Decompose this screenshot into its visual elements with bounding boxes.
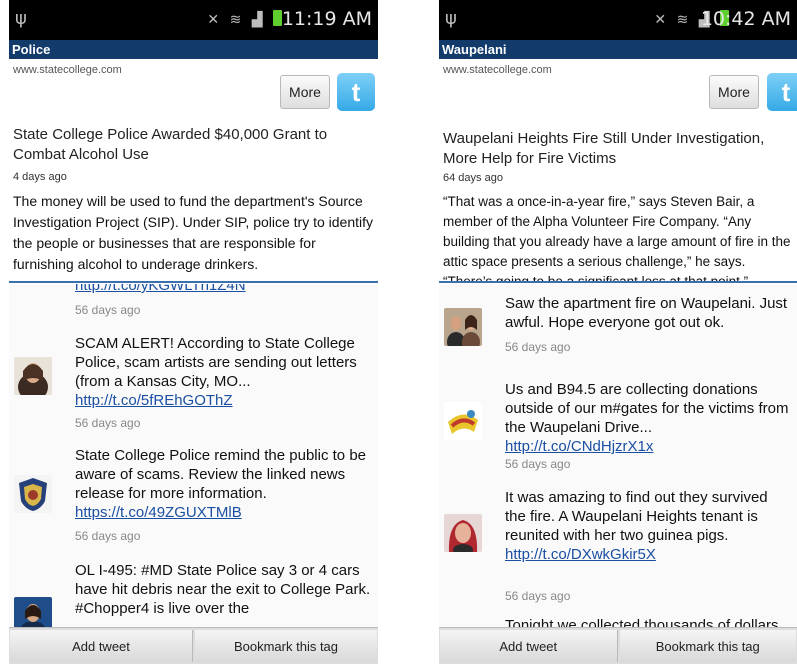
tweet-age: 56 days ago bbox=[75, 416, 141, 430]
article-panel[interactable]: www.statecollege.com More t Waupelani He… bbox=[439, 59, 797, 283]
tweet-age: 56 days ago bbox=[505, 340, 571, 354]
tweet-text: OL I-495: #MD State Police say 3 or 4 ca… bbox=[75, 562, 371, 617]
tweet-item[interactable]: Tonight we collected thousands of dollar… bbox=[439, 608, 797, 628]
twitter-icon[interactable]: t bbox=[767, 73, 797, 111]
more-button[interactable]: More bbox=[280, 75, 330, 109]
more-button[interactable]: More bbox=[709, 75, 759, 109]
twitter-icon[interactable]: t bbox=[337, 73, 375, 111]
phone-screen-waupelani: ψ ✕ ≋ ▟ 10:42 AM Waupelani www.statecoll… bbox=[439, 0, 797, 664]
tweet-feed[interactable]: Saw the apartment fire on Waupelani. Jus… bbox=[439, 284, 797, 628]
person-avatar-icon bbox=[14, 357, 52, 395]
tweet-text: Us and B94.5 are collecting donations ou… bbox=[505, 381, 789, 436]
tweet-item[interactable]: OL I-495: #MD State Police say 3 or 4 ca… bbox=[9, 553, 378, 628]
tweet-item[interactable]: It was amazing to find out they survived… bbox=[439, 480, 797, 609]
bottom-action-bar: Add tweet Bookmark this tag bbox=[439, 627, 797, 664]
status-bar: ψ ✕ ≋ ▟ 10:42 AM bbox=[439, 0, 797, 40]
add-tweet-button[interactable]: Add tweet bbox=[440, 630, 618, 662]
tweet-item[interactable]: Us and B94.5 are collecting donations ou… bbox=[439, 372, 797, 481]
tweet-age: 56 days ago bbox=[75, 529, 141, 543]
tweet-link[interactable]: http://t.co/DXwkGkir5X bbox=[505, 546, 656, 563]
signal-icons: ✕ ≋ ▟ bbox=[207, 10, 282, 28]
article-headline[interactable]: State College Police Awarded $40,000 Gra… bbox=[13, 125, 372, 165]
clock: 11:19 AM bbox=[281, 8, 372, 30]
tweet-age: 56 days ago bbox=[505, 457, 571, 471]
clock: 10:42 AM bbox=[700, 8, 791, 30]
couple-avatar-icon bbox=[444, 308, 482, 346]
article-source: www.statecollege.com bbox=[443, 64, 552, 76]
tag-title: Police bbox=[9, 40, 378, 59]
tag-title: Waupelani bbox=[439, 40, 797, 59]
article-age: 4 days ago bbox=[13, 171, 67, 183]
logo-avatar-icon bbox=[444, 402, 482, 440]
avatar bbox=[444, 308, 482, 346]
article-body: The money will be used to fund the depar… bbox=[13, 193, 374, 272]
tweet-text: State College Police remind the public t… bbox=[75, 447, 367, 502]
bookmark-tag-button[interactable]: Bookmark this tag bbox=[619, 630, 796, 662]
tweet-link[interactable]: http://t.co/yKGWLTn1Z4N bbox=[75, 284, 246, 294]
tweet-age: 56 days ago bbox=[505, 589, 571, 603]
phone-screen-police: ψ ✕ ≋ ▟ 11:19 AM Police www.statecollege… bbox=[9, 0, 378, 664]
bookmark-tag-button[interactable]: Bookmark this tag bbox=[195, 630, 377, 662]
battery-icon bbox=[273, 10, 282, 26]
tweet-item[interactable]: http://t.co/yKGWLTn1Z4N 56 days ago bbox=[9, 284, 378, 325]
usb-icon: ψ bbox=[15, 8, 27, 29]
tweet-link[interactable]: https://t.co/49ZGUXTMlB bbox=[75, 504, 242, 521]
tweet-item[interactable]: SCAM ALERT! According to State College P… bbox=[9, 324, 378, 439]
tweet-text: SCAM ALERT! According to State College P… bbox=[75, 335, 357, 390]
woman-avatar-icon bbox=[444, 514, 482, 552]
article-headline[interactable]: Waupelani Heights Fire Still Under Inves… bbox=[443, 129, 791, 169]
tweet-item[interactable]: Saw the apartment fire on Waupelani. Jus… bbox=[439, 284, 797, 373]
tweet-item[interactable]: State College Police remind the public t… bbox=[9, 438, 378, 554]
article-source: www.statecollege.com bbox=[13, 64, 122, 76]
avatar bbox=[14, 475, 52, 513]
avatar bbox=[444, 402, 482, 440]
avatar bbox=[444, 514, 482, 552]
usb-icon: ψ bbox=[445, 8, 457, 29]
avatar bbox=[14, 357, 52, 395]
avatar bbox=[14, 597, 52, 628]
tweet-feed[interactable]: http://t.co/yKGWLTn1Z4N 56 days ago SCAM… bbox=[9, 284, 378, 628]
police-badge-icon bbox=[14, 475, 52, 513]
tweet-link[interactable]: http://t.co/CNdHjzrX1x bbox=[505, 438, 653, 455]
news-anchor-avatar-icon bbox=[14, 597, 52, 628]
bottom-action-bar: Add tweet Bookmark this tag bbox=[9, 627, 378, 664]
tweet-text: It was amazing to find out they survived… bbox=[505, 489, 768, 544]
add-tweet-button[interactable]: Add tweet bbox=[10, 630, 193, 662]
article-panel[interactable]: www.statecollege.com More t State Colleg… bbox=[9, 59, 378, 283]
article-age: 64 days ago bbox=[443, 172, 503, 184]
tweet-link[interactable]: http://t.co/5fREhGOThZ bbox=[75, 392, 233, 409]
article-body: “That was a once-in-a-year fire,” says S… bbox=[443, 194, 791, 283]
tweet-text: Saw the apartment fire on Waupelani. Jus… bbox=[505, 295, 788, 331]
tweet-age: 56 days ago bbox=[75, 303, 141, 317]
status-bar: ψ ✕ ≋ ▟ 11:19 AM bbox=[9, 0, 378, 40]
